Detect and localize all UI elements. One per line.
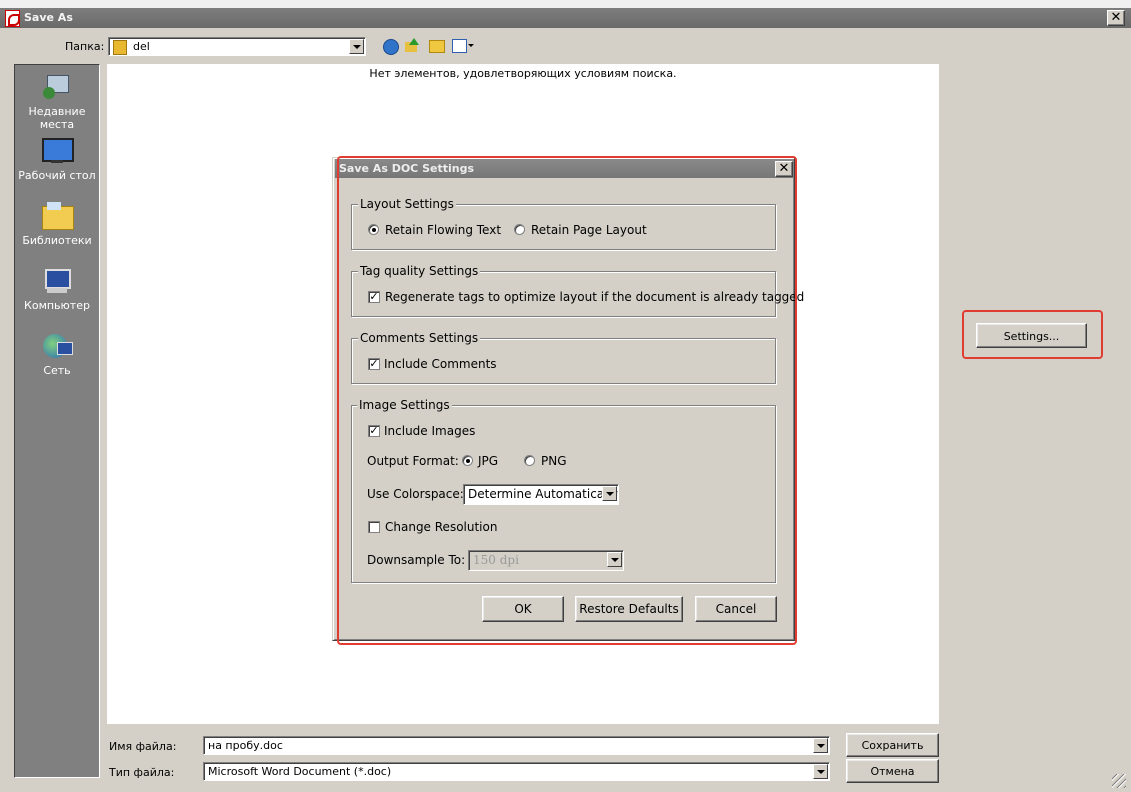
place-label: Недавние места (28, 105, 86, 131)
dialog-highlight (337, 156, 797, 645)
place-label: Рабочий стол (18, 169, 96, 182)
place-label: Библиотеки (22, 234, 92, 247)
close-icon: ✕ (1110, 10, 1122, 25)
place-network[interactable]: Сеть (15, 332, 99, 377)
computer-icon (41, 267, 73, 295)
new-folder-icon[interactable] (429, 40, 445, 53)
filetype-value: Microsoft Word Document (*.doc) (208, 765, 392, 778)
folder-label: Папка: (65, 40, 105, 53)
folder-value: del (133, 40, 150, 53)
background-strip (0, 0, 1131, 8)
window-title: Save As (24, 11, 73, 24)
window-close-button[interactable]: ✕ (1107, 10, 1125, 26)
settings-button-label: Settings... (1003, 330, 1060, 343)
place-libraries[interactable]: Библиотеки (15, 202, 99, 247)
places-bar: Недавние места Рабочий стол Библиотеки К… (14, 64, 100, 778)
empty-message: Нет элементов, удовлетворяющих условиям … (369, 67, 677, 80)
filename-field[interactable]: на пробу.doc (203, 736, 830, 755)
place-label: Компьютер (24, 299, 90, 312)
filetype-label: Тип файла: (109, 766, 175, 779)
libraries-icon (41, 202, 74, 230)
pdf-app-icon (5, 10, 20, 27)
recent-places-icon (41, 73, 73, 101)
up-folder-icon[interactable] (405, 38, 419, 54)
place-computer[interactable]: Компьютер (15, 267, 99, 312)
place-label: Сеть (43, 364, 71, 377)
folder-icon (113, 40, 127, 55)
resize-grip[interactable] (1112, 774, 1126, 788)
filetype-select[interactable]: Microsoft Word Document (*.doc) (203, 762, 830, 781)
network-icon (41, 332, 73, 360)
view-menu-icon[interactable] (452, 39, 474, 53)
back-icon[interactable] (383, 39, 399, 55)
cancel-button-label: Отмена (870, 765, 915, 778)
folder-combo[interactable]: del (108, 37, 366, 56)
save-button[interactable]: Сохранить (846, 733, 939, 757)
place-desktop[interactable]: Рабочий стол (15, 137, 99, 182)
place-recent[interactable]: Недавние места (15, 73, 99, 131)
filename-dropdown-arrow[interactable] (813, 738, 828, 753)
save-as-window: Save As ✕ Папка: del Недавние места Рабо… (0, 0, 1131, 792)
filename-value: на пробу.doc (208, 739, 283, 752)
filetype-dropdown-arrow[interactable] (813, 764, 828, 779)
settings-button[interactable]: Settings... (976, 323, 1087, 348)
desktop-icon (41, 137, 74, 165)
save-button-label: Сохранить (861, 739, 924, 752)
window-titlebar[interactable]: Save As (0, 8, 1131, 28)
cancel-button[interactable]: Отмена (846, 759, 939, 783)
filename-label: Имя файла: (109, 740, 177, 753)
folder-dropdown-arrow[interactable] (349, 39, 364, 54)
